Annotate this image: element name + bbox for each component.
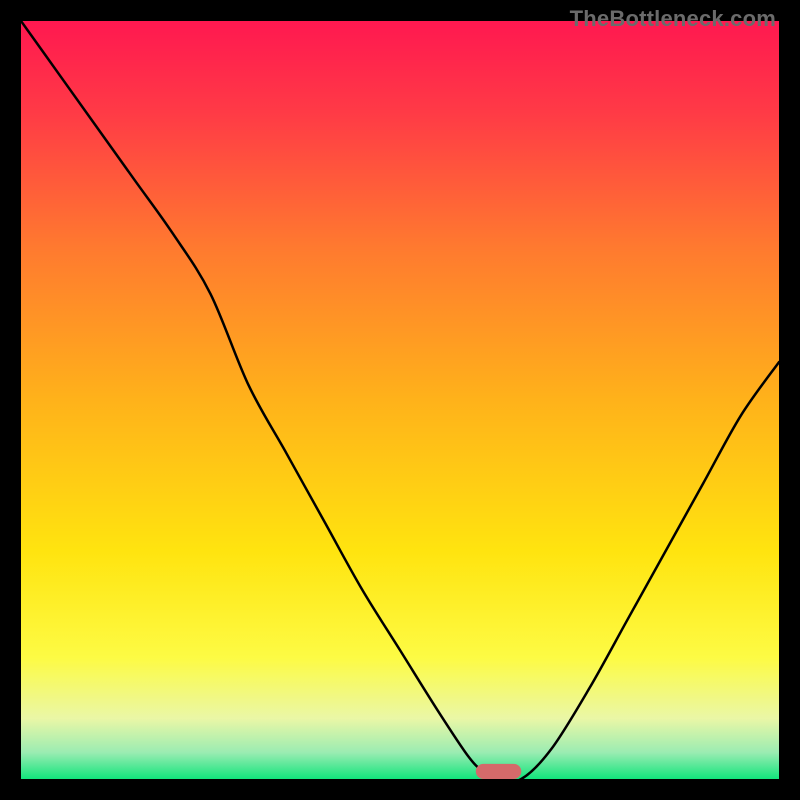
watermark-text: TheBottleneck.com (570, 6, 776, 32)
optimum-marker (476, 764, 521, 779)
bottleneck-chart (21, 21, 779, 779)
chart-frame: TheBottleneck.com (0, 0, 800, 800)
chart-background (21, 21, 779, 779)
